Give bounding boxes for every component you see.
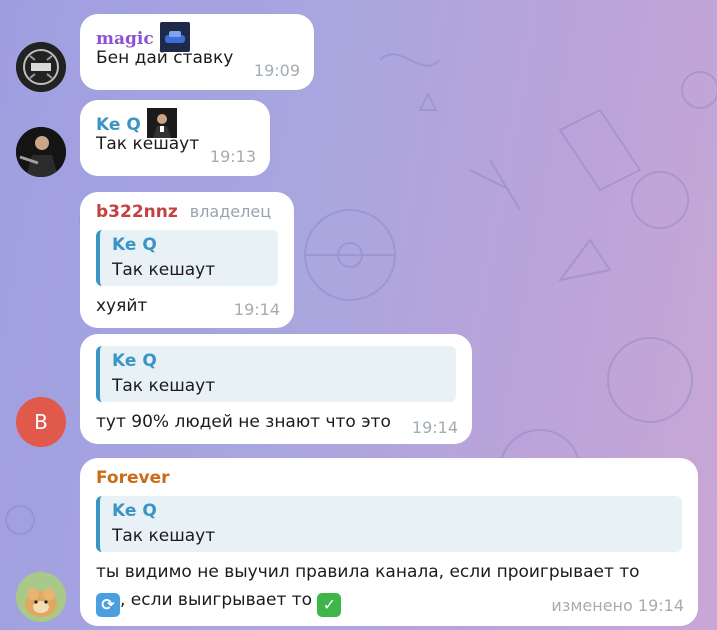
- owner-badge: владелец: [189, 202, 272, 221]
- message-text-continued: , если выигрывает то: [120, 590, 313, 610]
- message-bubble[interactable]: Forever Ke Q Так кешаут ты видимо не выу…: [80, 458, 698, 626]
- reply-quote[interactable]: Ke Q Так кешаут: [96, 230, 278, 286]
- sender-name[interactable]: magic: [96, 22, 298, 52]
- message-time: изменено 19:14: [551, 596, 684, 615]
- message-bubble[interactable]: magic Бен дай ставку 19:09: [80, 14, 314, 90]
- sender-name[interactable]: b322nnz владелец: [96, 200, 278, 224]
- message-bubble[interactable]: b322nnz владелец Ke Q Так кешаут хуяйт 19…: [80, 192, 294, 328]
- person-avatar-icon: [16, 127, 66, 177]
- avatar[interactable]: [16, 572, 66, 622]
- sender-label: Forever: [96, 468, 170, 488]
- reply-text: Так кешаут: [112, 376, 216, 396]
- sender-name[interactable]: Ke Q: [96, 108, 254, 138]
- sender-label: b322nnz: [96, 202, 178, 222]
- reply-text: Так кешаут: [112, 526, 216, 546]
- message-time: 19:14: [233, 300, 280, 319]
- avatar[interactable]: [16, 42, 66, 92]
- car-sticker-icon: [159, 22, 190, 52]
- reply-text: Так кешаут: [112, 260, 216, 280]
- sender-name[interactable]: Forever: [96, 466, 682, 490]
- message-time: 19:14: [411, 418, 458, 437]
- reply-quote[interactable]: Ke Q Так кешаут: [96, 496, 682, 552]
- message-text: тут 90% людей не знают что это: [96, 412, 391, 432]
- reply-sender: Ke Q: [112, 501, 157, 521]
- message-bubble[interactable]: Ke Q Так кешаут тут 90% людей не знают ч…: [80, 334, 472, 444]
- repeat-arrows-icon: ⟳: [96, 593, 120, 617]
- message-text-line1: ты видимо не выучил правила канала, если…: [96, 562, 640, 582]
- reply-quote[interactable]: Ke Q Так кешаут: [96, 346, 456, 402]
- message-time: 19:09: [253, 61, 300, 80]
- message-bubble[interactable]: Ke Q Так кешаут 19:13: [80, 100, 270, 176]
- avatar-letter: B: [34, 410, 48, 434]
- reply-sender: Ke Q: [112, 351, 157, 371]
- message-time: 19:13: [209, 147, 256, 166]
- check-mark-icon: ✓: [317, 593, 342, 617]
- reply-sender: Ke Q: [112, 235, 157, 255]
- avatar[interactable]: B: [16, 397, 66, 447]
- dark-logo-avatar-icon: [16, 42, 66, 92]
- avatar[interactable]: [16, 127, 66, 177]
- hamster-avatar-icon: [16, 572, 66, 622]
